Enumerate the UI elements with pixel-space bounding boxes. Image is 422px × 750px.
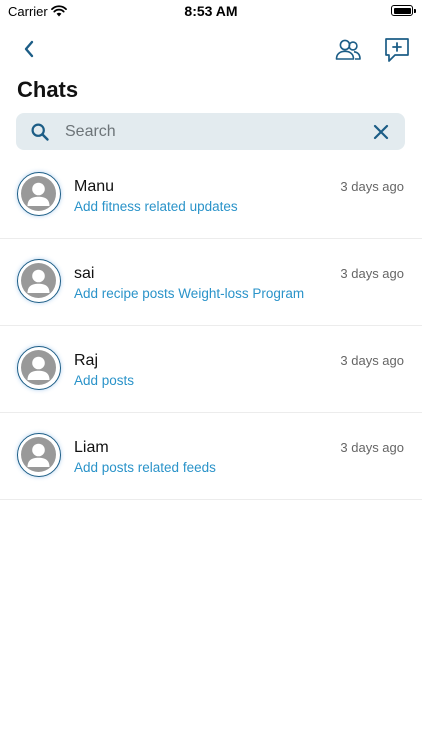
battery-icon xyxy=(391,5,416,16)
chat-preview: Add fitness related updates xyxy=(74,199,238,214)
avatar xyxy=(17,259,61,303)
chat-timestamp: 3 days ago xyxy=(340,353,404,368)
close-icon[interactable] xyxy=(373,124,389,140)
avatar xyxy=(17,346,61,390)
chat-timestamp: 3 days ago xyxy=(340,440,404,455)
search-icon xyxy=(31,123,49,141)
chat-list-item[interactable]: sai Add recipe posts Weight-loss Program… xyxy=(0,239,422,326)
search-input[interactable] xyxy=(65,117,355,146)
chat-timestamp: 3 days ago xyxy=(340,266,404,281)
back-button[interactable] xyxy=(18,36,42,62)
chat-plus-icon xyxy=(385,38,409,62)
search-bar[interactable] xyxy=(16,113,405,150)
status-time: 8:53 AM xyxy=(184,3,238,19)
avatar xyxy=(17,172,61,216)
person-icon xyxy=(27,269,50,293)
chat-name: Manu xyxy=(74,178,115,195)
status-bar: Carrier 8:53 AM xyxy=(0,0,422,24)
page-title: Chats xyxy=(17,77,79,102)
person-icon xyxy=(27,356,50,380)
chat-list: Manu Add fitness related updates 3 days … xyxy=(0,152,422,500)
person-icon xyxy=(27,443,50,467)
chat-preview: Add recipe posts Weight-loss Program xyxy=(74,286,305,301)
chat-list-item[interactable]: Liam Add posts related feeds 3 days ago xyxy=(0,413,422,500)
chat-name: sai xyxy=(74,265,95,282)
new-chat-button[interactable] xyxy=(383,36,411,64)
chat-preview: Add posts related feeds xyxy=(74,460,216,475)
chat-list-item[interactable]: Manu Add fitness related updates 3 days … xyxy=(0,152,422,239)
avatar xyxy=(17,433,61,477)
people-icon xyxy=(335,39,361,60)
chat-timestamp: 3 days ago xyxy=(340,179,404,194)
chat-name: Raj xyxy=(74,352,99,369)
chat-preview: Add posts xyxy=(74,373,135,388)
group-chat-button[interactable] xyxy=(334,36,362,64)
person-icon xyxy=(27,182,50,206)
chat-name: Liam xyxy=(74,439,109,456)
chat-list-item[interactable]: Raj Add posts 3 days ago xyxy=(0,326,422,413)
chevron-left-icon xyxy=(24,40,34,58)
